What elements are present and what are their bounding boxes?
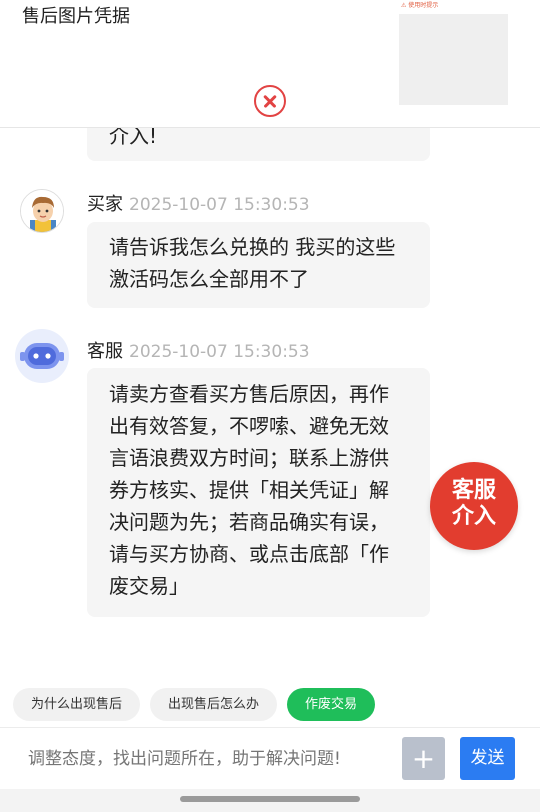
sender-name: 客服 xyxy=(87,341,123,362)
quick-reply-why-after-sale[interactable]: 为什么出现售后 xyxy=(13,688,141,721)
home-indicator[interactable] xyxy=(180,796,360,802)
message-time: 2025-10-07 15:30:53 xyxy=(129,342,310,362)
buyer-avatar xyxy=(20,189,64,233)
message-input[interactable] xyxy=(28,746,388,772)
buyer-name-line: 买家 2025-10-07 15:30:53 xyxy=(87,190,310,216)
send-button[interactable]: 发送 xyxy=(460,737,515,780)
message-time: 2025-10-07 15:30:53 xyxy=(129,195,310,215)
intervene-label-line2: 介入 xyxy=(451,504,496,529)
image-evidence-panel: 售后图片凭据 ⚠ 使用时提示 xyxy=(0,0,540,128)
quick-reply-bar: 为什么出现售后 出现售后怎么办 作废交易 xyxy=(13,688,385,721)
cs-name-line: 客服 2025-10-07 15:30:53 xyxy=(87,337,310,363)
quick-reply-what-to-do[interactable]: 出现售后怎么办 xyxy=(150,688,278,721)
message-input-bar: + 发送 xyxy=(0,727,540,789)
thumbnail-tag: ⚠ 使用时提示 xyxy=(401,2,439,9)
intervene-label-line1: 客服 xyxy=(451,478,496,503)
robot-avatar-icon xyxy=(14,328,70,384)
buyer-message-bubble: 请告诉我怎么兑换的 我买的这些激活码怎么全部用不了 xyxy=(87,222,430,308)
void-transaction-button[interactable]: 作废交易 xyxy=(287,688,376,721)
plus-icon[interactable]: + xyxy=(402,737,445,780)
panel-title: 售后图片凭据 xyxy=(22,6,130,27)
cs-message-bubble: 请卖方查看买方售后原因，再作出有效答复，不啰嗦、避免无效言语浪费双方时间；联系上… xyxy=(87,368,430,617)
evidence-thumbnail[interactable] xyxy=(399,14,508,105)
close-icon[interactable] xyxy=(254,85,286,117)
customer-service-intervene-button[interactable]: 客服 介入 xyxy=(430,462,518,550)
chat-message-list[interactable]: 介入! 买家 2025-10-07 15:30:53 请告诉我怎么兑换的 我买的这… xyxy=(0,118,540,688)
system-navigation-bar xyxy=(0,789,540,812)
sender-name: 买家 xyxy=(87,194,123,215)
